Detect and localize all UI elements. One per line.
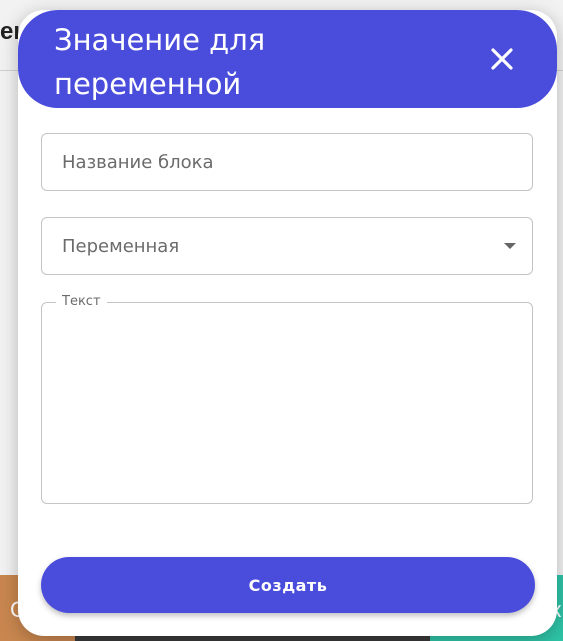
dropdown-arrow-icon (504, 243, 516, 249)
close-icon (491, 48, 513, 70)
text-input[interactable] (42, 303, 532, 503)
variable-select-value: Переменная (62, 236, 180, 257)
variable-select[interactable]: Переменная (41, 217, 533, 275)
text-field-label: Текст (56, 294, 107, 310)
create-button[interactable]: Создать (41, 557, 535, 613)
variable-value-dialog: Значение для переменной Переменная Текст… (18, 10, 557, 636)
block-name-input[interactable] (42, 134, 532, 190)
close-button[interactable] (487, 44, 517, 74)
dialog-title: Значение для переменной (54, 23, 266, 101)
dialog-header: Значение для переменной (18, 10, 557, 108)
text-field: Текст (41, 294, 533, 504)
block-name-field (41, 133, 533, 191)
